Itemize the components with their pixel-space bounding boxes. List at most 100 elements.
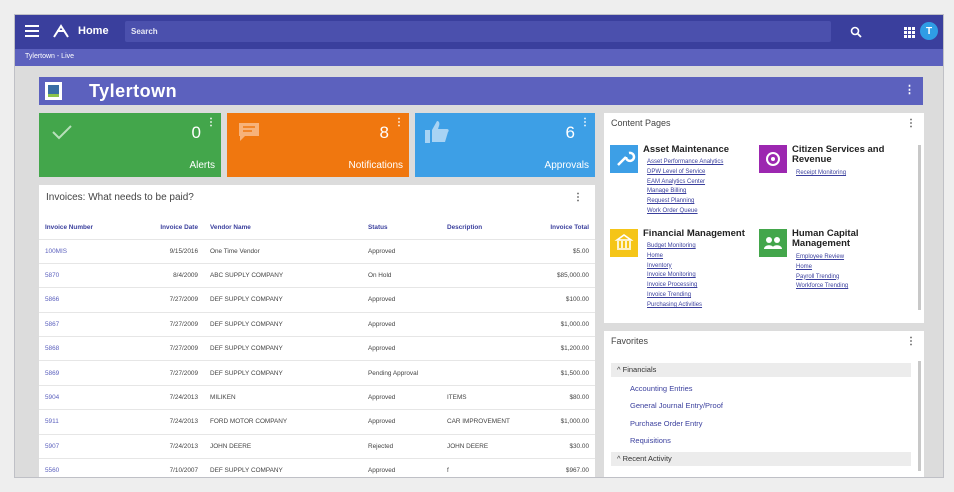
favorite-link[interactable]: General Journal Entry/Proof [630,401,723,410]
column-header[interactable]: Invoice Total [531,217,595,239]
approvals-label: Approvals [544,160,589,171]
content-page-link[interactable]: Manage Billing [647,187,723,197]
content-page-link[interactable]: DPW Level of Service [647,168,723,178]
table-cell[interactable]: 5907 [39,433,144,459]
table-row[interactable]: 5904 7/24/2013 MILIKEN Approved ITEMS $80.00 [39,384,595,410]
table-cell: Approved [362,238,441,264]
invoices-more-icon[interactable]: ⋮ [573,192,583,203]
table-row[interactable]: 5867 7/27/2009 DEF SUPPLY COMPANY Approved $… [39,311,595,337]
table-row[interactable]: 5868 7/27/2009 DEF SUPPLY COMPANY Approved $… [39,336,595,361]
invoices-table: Invoice Number Invoice Date Vendor Name … [39,217,595,477]
table-row[interactable]: 5560 7/10/2007 DEF SUPPLY COMPANY Approved f… [39,458,595,477]
table-cell: 8/4/2009 [144,262,204,288]
table-row[interactable]: 5911 7/24/2013 FORD MOTOR COMPANY Approved C… [39,409,595,435]
favorites-group-recent-activity[interactable]: ^ Recent Activity [611,452,911,466]
table-cell: ITEMS [441,384,531,410]
apps-grid-icon[interactable] [904,27,915,38]
favorites-group-financials[interactable]: ^ Financials [611,363,911,377]
table-cell: DEF SUPPLY COMPANY [204,311,362,337]
table-row[interactable]: 5869 7/27/2009 DEF SUPPLY COMPANY Pending A… [39,360,595,386]
favorites-scrollbar[interactable] [918,361,921,471]
breadcrumb-bar: Tylertown - Live [15,49,943,66]
hamburger-menu-icon[interactable] [25,25,39,37]
table-row[interactable]: 100MIS 9/15/2016 One Time Vendor Approved $5… [39,238,595,264]
content-page-link[interactable]: Payroll Trending [796,273,848,283]
favorites-more-icon[interactable]: ⋮ [906,336,916,347]
content-page-link[interactable]: Request Planning [647,197,723,207]
table-row[interactable]: 5866 7/27/2009 DEF SUPPLY COMPANY Approved $… [39,287,595,313]
content-page-link[interactable]: Purchasing Activities [647,301,702,311]
favorite-link[interactable]: Purchase Order Entry [630,419,703,428]
table-cell[interactable]: 5869 [39,360,144,386]
chevron-up-icon: ^ [617,365,621,374]
favorites-group-label: Recent Activity [622,454,672,463]
content-page-link[interactable]: Home [796,263,848,273]
table-cell[interactable]: 5867 [39,311,144,337]
content-page-link[interactable]: Inventory [647,262,702,272]
table-cell: Approved [362,287,441,313]
table-cell[interactable]: 5911 [39,409,144,435]
tile-more-icon[interactable]: ⋮ [206,117,216,128]
favorite-link[interactable]: Accounting Entries [630,384,693,393]
table-cell[interactable]: 5904 [39,384,144,410]
alerts-tile[interactable]: 0 ⋮ Alerts [39,113,221,177]
tile-more-icon[interactable]: ⋮ [394,117,404,128]
tile-more-icon[interactable]: ⋮ [580,117,590,128]
section-heading[interactable]: Financial Management [643,229,745,239]
section-heading[interactable]: Human Capital Management [792,229,902,249]
notifications-tile[interactable]: 8 ⋮ Notifications [227,113,409,177]
content-page-link[interactable]: Invoice Processing [647,281,702,291]
table-cell[interactable]: 5870 [39,262,144,288]
table-cell[interactable]: 5868 [39,336,144,361]
content-pages-panel: Content Pages ⋮ Asset Maintenance Asset … [604,113,924,323]
table-cell: $30.00 [531,433,595,459]
message-icon [239,123,259,141]
content-pages-title: Content Pages [611,118,671,128]
column-header[interactable]: Description [441,217,531,239]
section-heading[interactable]: Citizen Services and Revenue [792,145,902,165]
site-banner: Tylertown ⋮ [39,77,923,105]
content-pages-scrollbar[interactable] [918,145,921,310]
search-bar[interactable] [125,21,831,42]
approvals-tile[interactable]: 6 ⋮ Approvals [415,113,595,177]
content-page-link[interactable]: EAM Analytics Center [647,178,723,188]
content-page-link[interactable]: Employee Review [796,253,848,263]
bank-icon[interactable] [610,229,638,257]
citizen-icon[interactable] [759,145,787,173]
favorite-link[interactable]: Requisitions [630,436,671,445]
section-links: Budget Monitoring Home Inventory Invoice Mo… [647,242,702,311]
table-cell[interactable]: 5560 [39,458,144,477]
section-heading[interactable]: Asset Maintenance [643,145,729,155]
column-header[interactable]: Vendor Name [204,217,362,239]
content-page-link[interactable]: Invoice Monitoring [647,271,702,281]
breadcrumb[interactable]: Tylertown - Live [25,53,74,60]
wrench-icon[interactable] [610,145,638,173]
banner-more-icon[interactable]: ⋮ [904,83,915,96]
table-cell[interactable]: 100MIS [39,238,144,264]
content-page-link[interactable]: Invoice Trending [647,291,702,301]
column-header[interactable]: Status [362,217,441,239]
content-page-link[interactable]: Home [647,252,702,262]
content-page-link[interactable]: Asset Performance Analytics [647,158,723,168]
table-cell: $100.00 [531,287,595,313]
people-icon[interactable] [759,229,787,257]
content-page-link[interactable]: Receipt Monitoring [796,169,846,179]
user-avatar[interactable]: T [920,22,938,40]
table-cell[interactable]: 5866 [39,287,144,313]
table-row[interactable]: 5907 7/24/2013 JOHN DEERE Rejected JOHN DEER… [39,433,595,459]
home-link[interactable]: Home [78,25,109,37]
column-header[interactable]: Invoice Number [39,217,144,239]
section-links: Receipt Monitoring [796,169,846,179]
content-page-link[interactable]: Workforce Trending [796,282,848,292]
content-pages-more-icon[interactable]: ⋮ [906,118,916,129]
alerts-count: 0 [191,123,201,142]
content-page-link[interactable]: Budget Monitoring [647,242,702,252]
search-icon[interactable] [850,26,862,38]
search-input[interactable] [125,21,831,42]
logo-icon[interactable] [51,22,71,42]
column-header[interactable]: Invoice Date [144,217,204,239]
table-cell: DEF SUPPLY COMPANY [204,287,362,313]
content-page-link[interactable]: Work Order Queue [647,207,723,217]
table-row[interactable]: 5870 8/4/2009 ABC SUPPLY COMPANY On Hold $85… [39,262,595,288]
table-cell: 7/27/2009 [144,287,204,313]
